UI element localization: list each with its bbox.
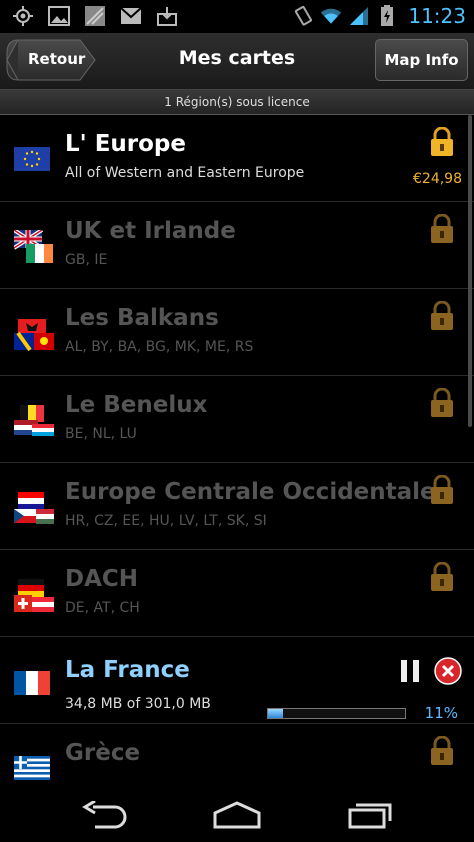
lock-icon: [430, 213, 454, 248]
lock-icon: [430, 561, 454, 596]
recent-apps-nav-icon[interactable]: [340, 799, 400, 831]
battery-charging-icon: [376, 5, 398, 27]
map-title: Grèce: [65, 740, 141, 766]
signal-icon: [348, 5, 370, 27]
map-title: DACH: [65, 566, 139, 592]
map-subtitle: AL, BY, BA, BG, MK, ME, RS: [65, 339, 254, 355]
download-size: 34,8 MB of 301,0 MB: [65, 696, 211, 712]
wifi-icon: [320, 5, 342, 27]
list-item-balkans[interactable]: Les Balkans AL, BY, BA, BG, MK, ME, RS: [0, 289, 474, 376]
list-item-europe[interactable]: L' Europe All of Western and Eastern Eur…: [0, 115, 474, 202]
map-title: Les Balkans: [65, 305, 219, 331]
lock-icon: [430, 735, 454, 770]
list-item-benelux[interactable]: Le Benelux BE, NL, LU: [0, 376, 474, 463]
image-icon: [48, 5, 70, 27]
home-nav-icon[interactable]: [207, 799, 267, 831]
gps-icon: [12, 5, 34, 27]
download-progress-fill: [268, 709, 284, 718]
lock-icon: [430, 387, 454, 422]
uk-ireland-flag-icon: [12, 228, 54, 268]
eu-flag-icon: [14, 147, 50, 175]
cancel-download-icon[interactable]: [434, 657, 462, 685]
list-item-central-europe[interactable]: Europe Centrale Occidentale HR, CZ, EE, …: [0, 463, 474, 550]
map-info-button[interactable]: Map Info: [375, 39, 468, 81]
navigation-bar: [0, 787, 474, 842]
map-list[interactable]: L' Europe All of Western and Eastern Eur…: [0, 115, 474, 787]
list-item-greece[interactable]: Grèce: [0, 724, 474, 787]
status-bar: 11:23: [0, 0, 474, 33]
gallery-icon: [84, 5, 106, 27]
lock-icon: [430, 126, 454, 161]
map-subtitle: All of Western and Eastern Europe: [65, 165, 305, 181]
dach-flag-icon: [14, 578, 54, 616]
greece-flag-icon: [14, 756, 50, 784]
map-title: L' Europe: [65, 131, 186, 157]
license-summary-bar: 1 Région(s) sous licence: [0, 90, 474, 115]
download-icon: [156, 5, 178, 27]
benelux-flag-icon: [14, 404, 54, 442]
lock-icon: [430, 300, 454, 335]
list-item-dach[interactable]: DACH DE, AT, CH: [0, 550, 474, 637]
central-europe-flag-icon: [14, 491, 54, 529]
map-title: Le Benelux: [65, 392, 208, 418]
status-clock: 11:23: [408, 4, 466, 28]
gmail-icon: [120, 5, 142, 27]
list-item-uk-ireland[interactable]: UK et Irlande GB, IE: [0, 202, 474, 289]
license-summary-text: 1 Région(s) sous licence: [164, 95, 310, 109]
back-nav-icon[interactable]: [75, 799, 135, 831]
download-percent: 11%: [424, 704, 458, 722]
map-subtitle: HR, CZ, EE, HU, LV, LT, SK, SI: [65, 513, 267, 529]
list-scrollbar[interactable]: [468, 115, 472, 427]
map-title: Europe Centrale Occidentale: [65, 479, 436, 505]
map-subtitle: BE, NL, LU: [65, 426, 137, 442]
map-subtitle: GB, IE: [65, 252, 108, 268]
vibrate-icon: [292, 5, 314, 27]
map-title: UK et Irlande: [65, 218, 236, 244]
map-price: €24,98: [413, 171, 462, 187]
download-progress-bar: [267, 708, 406, 719]
title-bar: Retour Mes cartes Map Info: [0, 33, 474, 90]
map-subtitle: DE, AT, CH: [65, 600, 140, 616]
lock-icon: [430, 474, 454, 509]
map-title: La France: [65, 657, 190, 683]
balkans-flag-icon: [14, 317, 54, 355]
pause-icon[interactable]: [398, 659, 422, 683]
map-info-button-label: Map Info: [384, 51, 459, 69]
list-item-france[interactable]: La France 34,8 MB of 301,0 MB 11%: [0, 637, 474, 724]
france-flag-icon: [14, 671, 50, 699]
